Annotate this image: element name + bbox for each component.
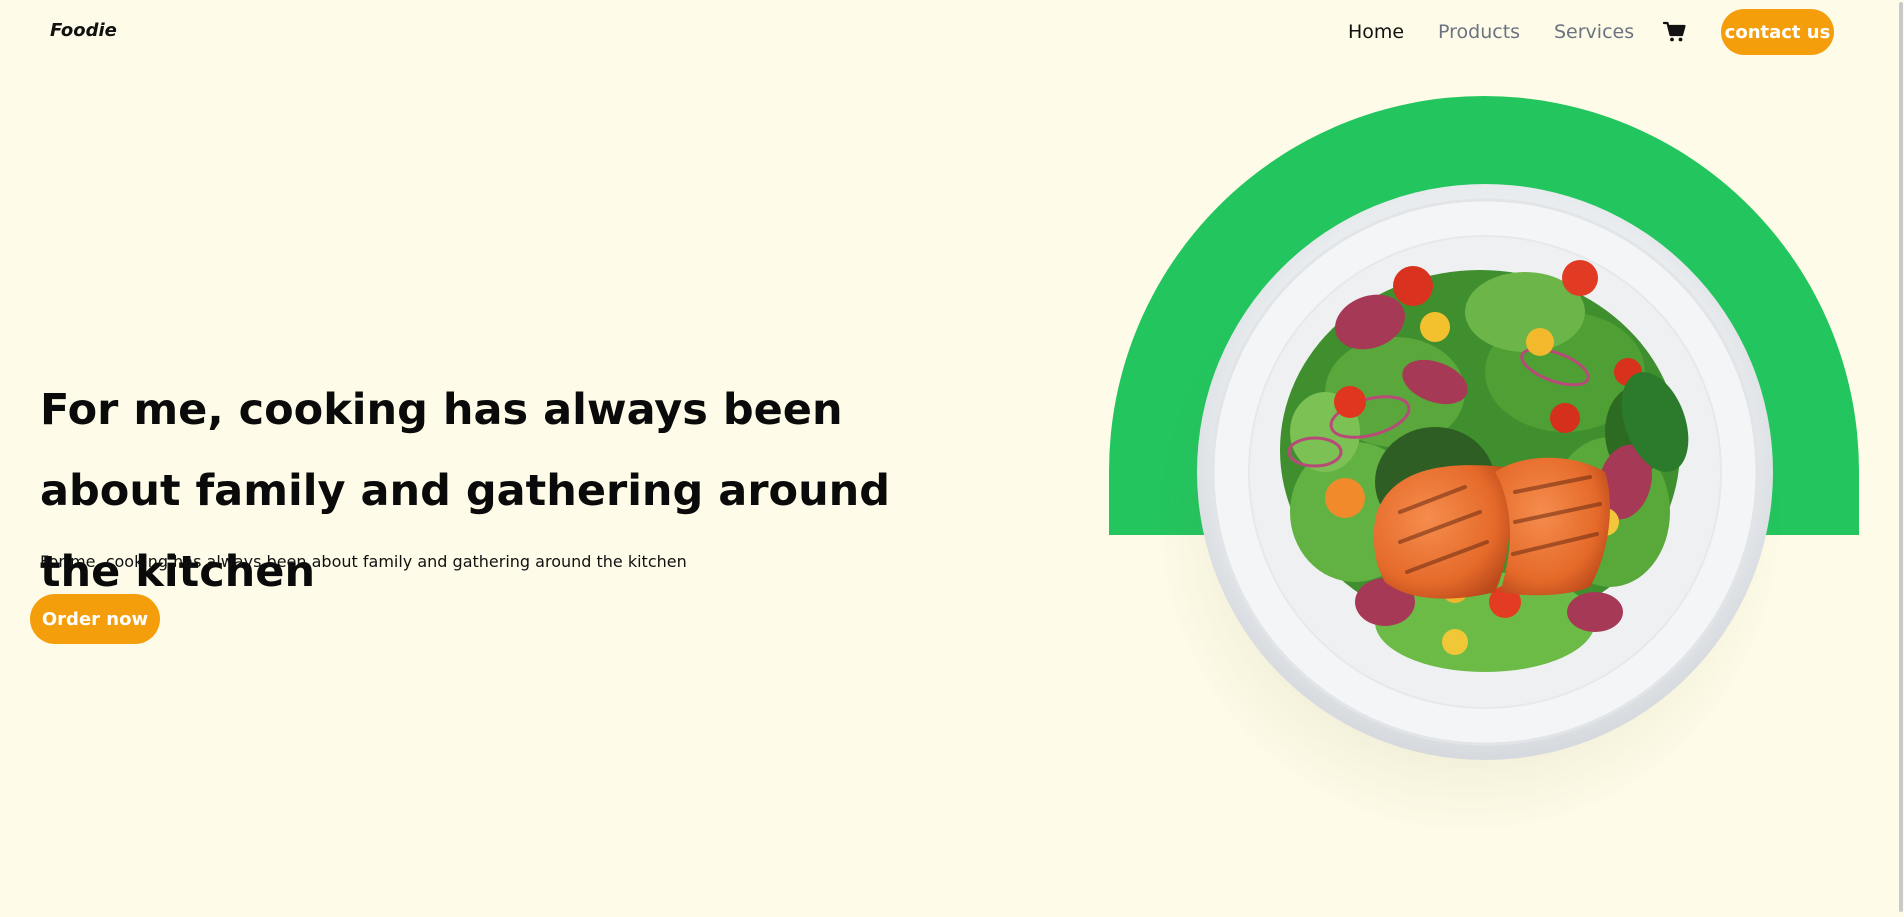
navbar: Foodie Home Products Services contact us bbox=[0, 0, 1894, 66]
hero-title: For me, cooking has always been about fa… bbox=[40, 385, 891, 597]
cart-icon[interactable] bbox=[1662, 21, 1687, 43]
nav-link-products[interactable]: Products bbox=[1438, 21, 1520, 43]
page-scrollbar[interactable] bbox=[1894, 0, 1904, 917]
order-now-button[interactable]: Order now bbox=[30, 594, 160, 644]
hero-subtitle: For me, cooking has always been about fa… bbox=[40, 552, 687, 571]
scrollbar-thumb[interactable] bbox=[1899, 2, 1903, 912]
nav-link-services[interactable]: Services bbox=[1554, 21, 1634, 43]
nav-link-home[interactable]: Home bbox=[1348, 21, 1404, 43]
brand-logo[interactable]: Foodie bbox=[50, 20, 117, 41]
salad-plate-image bbox=[1195, 182, 1775, 762]
contact-button[interactable]: contact us bbox=[1721, 9, 1834, 55]
page: Foodie Home Products Services contact us… bbox=[0, 0, 1904, 917]
